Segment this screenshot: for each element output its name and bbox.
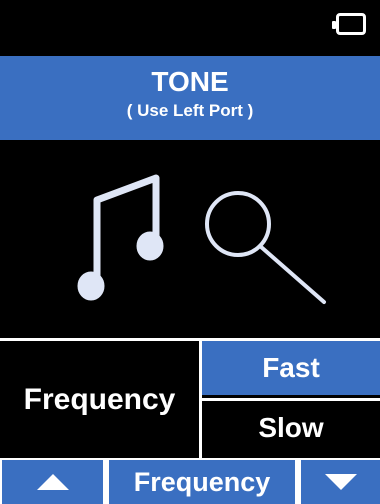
triangle-up-icon <box>36 474 69 490</box>
up-button[interactable] <box>2 460 103 504</box>
search-icon <box>205 191 326 304</box>
page-subtitle: ( Use Left Port ) <box>126 101 254 120</box>
option-fast[interactable]: Fast <box>202 338 380 395</box>
battery-icon <box>332 13 366 35</box>
status-bar <box>0 0 380 56</box>
option-slow[interactable]: Slow <box>202 398 380 455</box>
down-button[interactable] <box>301 460 380 504</box>
title-bar: TONE ( Use Left Port ) <box>0 56 380 140</box>
frequency-options: Fast Slow <box>202 338 380 458</box>
tone-graphic <box>0 140 380 338</box>
tone-illustration <box>77 174 326 304</box>
frequency-label: Frequency <box>0 338 202 458</box>
frequency-button[interactable]: Frequency <box>109 460 295 504</box>
triangle-down-icon <box>324 474 357 490</box>
music-note-icon <box>77 174 164 301</box>
frequency-mode-row: Frequency Fast Slow <box>0 338 380 458</box>
page-title: TONE <box>151 66 229 97</box>
soft-key-bar: Frequency <box>0 458 380 504</box>
